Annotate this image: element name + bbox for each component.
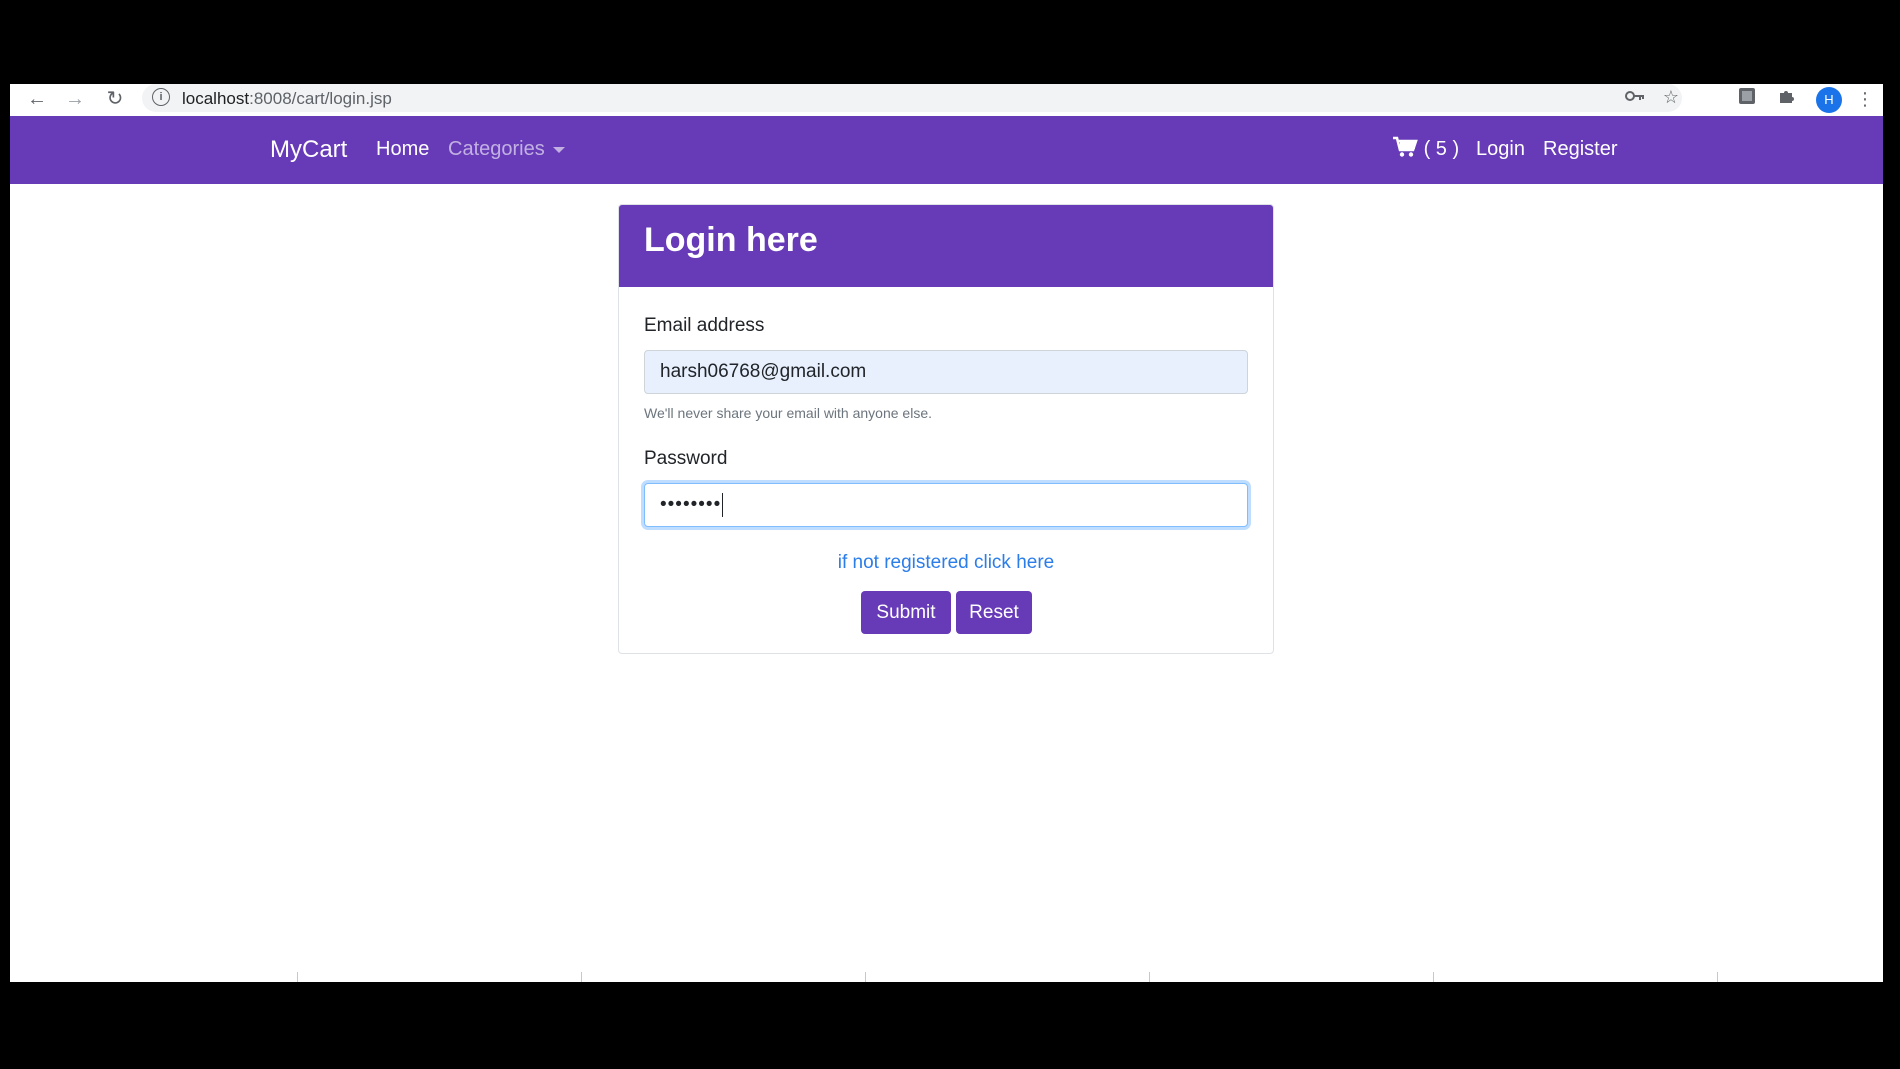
divider	[1717, 972, 1718, 982]
puzzle-icon[interactable]	[1774, 86, 1800, 112]
password-value: ••••••••	[660, 494, 722, 515]
email-label: Email address	[644, 315, 765, 336]
divider	[1433, 972, 1434, 982]
key-icon[interactable]	[1622, 84, 1648, 110]
url-text[interactable]: localhost:8008/cart/login.jsp	[182, 89, 392, 109]
login-card: Login here Email address harsh06768@gmai…	[618, 204, 1274, 654]
profile-avatar[interactable]: H	[1816, 87, 1842, 113]
browser-toolbar: ← → ↻ i localhost:8008/cart/login.jsp ☆ …	[10, 84, 1883, 117]
login-title: Login here	[644, 221, 818, 259]
forward-arrow-icon[interactable]: →	[62, 86, 88, 112]
info-icon[interactable]: i	[152, 88, 170, 106]
cart-count: ( 5 )	[1423, 138, 1460, 160]
divider	[297, 972, 298, 982]
brand-link[interactable]: MyCart	[270, 136, 347, 164]
reset-button[interactable]: Reset	[956, 591, 1032, 634]
nav-categories-label: Categories	[448, 138, 545, 160]
text-cursor	[722, 492, 724, 517]
divider	[581, 972, 582, 982]
email-field[interactable]: harsh06768@gmail.com	[644, 350, 1248, 394]
cart-icon	[1393, 136, 1418, 157]
more-menu-icon[interactable]: ⋮	[1852, 86, 1878, 112]
back-arrow-icon[interactable]: ←	[24, 86, 50, 112]
cart-link[interactable]: ( 5 )	[1392, 136, 1459, 161]
extension-icon[interactable]	[1734, 86, 1760, 112]
navbar: MyCart Home Categories ( 5 ) Login Regis…	[10, 116, 1883, 184]
address-bar[interactable]: i localhost:8008/cart/login.jsp ☆	[142, 84, 1682, 112]
nav-register[interactable]: Register	[1543, 138, 1617, 161]
star-icon[interactable]: ☆	[1658, 84, 1684, 110]
divider	[1149, 972, 1150, 982]
nav-home[interactable]: Home	[376, 138, 429, 161]
password-label: Password	[644, 448, 728, 469]
login-card-header: Login here	[619, 205, 1273, 287]
url-path: :8008/cart/login.jsp	[249, 89, 392, 108]
nav-login[interactable]: Login	[1476, 138, 1525, 161]
chevron-down-icon	[552, 146, 565, 153]
divider	[865, 972, 866, 982]
submit-button[interactable]: Submit	[861, 591, 951, 634]
nav-categories-dropdown[interactable]: Categories	[448, 138, 565, 161]
url-host: localhost	[182, 89, 250, 108]
reload-icon[interactable]: ↻	[102, 86, 128, 112]
register-link[interactable]: if not registered click here	[619, 552, 1273, 574]
browser-window: ← → ↻ i localhost:8008/cart/login.jsp ☆ …	[10, 84, 1883, 982]
password-field[interactable]: ••••••••	[644, 483, 1248, 527]
email-help-text: We'll never share your email with anyone…	[644, 405, 932, 421]
